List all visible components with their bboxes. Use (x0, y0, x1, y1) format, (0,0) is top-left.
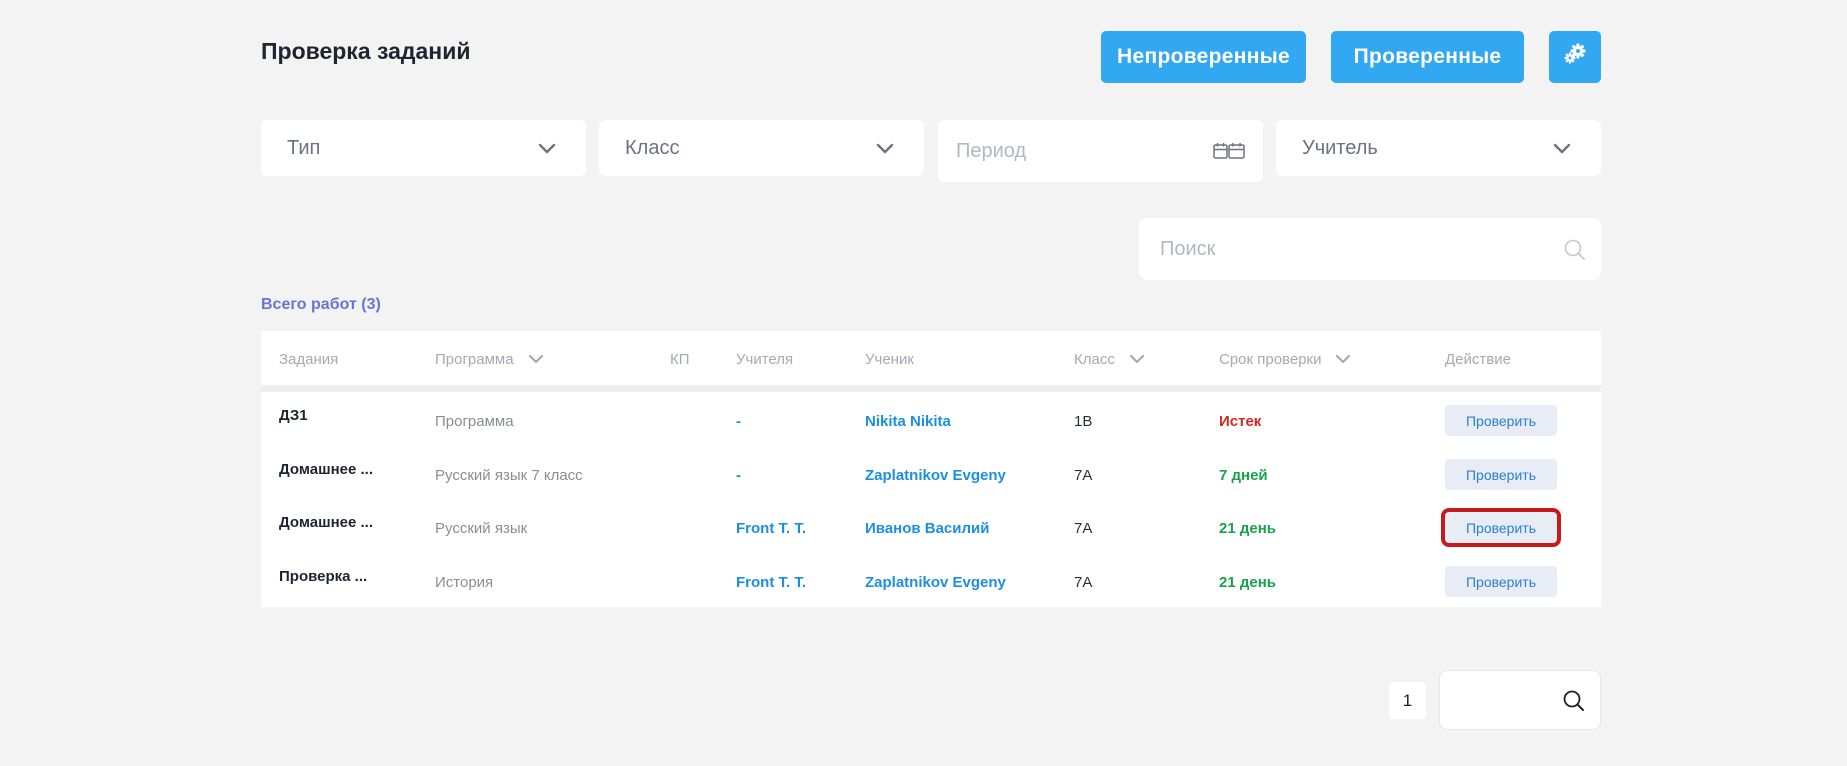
column-header-kp: КП (670, 351, 690, 368)
settings-button[interactable] (1549, 31, 1601, 83)
tasks-table: Задания Программа КП Учителя Ученик Клас… (261, 331, 1601, 607)
column-header-class[interactable]: Класс (1074, 351, 1145, 368)
table-header: Задания Программа КП Учителя Ученик Клас… (261, 331, 1601, 392)
task-cell: Домашнее ... (279, 514, 373, 531)
total-label: Всего работ (261, 296, 357, 313)
chevron-down-icon (1553, 138, 1571, 161)
student-link[interactable]: Nikita Nikita (865, 413, 951, 430)
chevron-down-icon (538, 138, 556, 161)
column-header-teachers: Учителя (736, 351, 794, 368)
check-button[interactable]: Проверить (1445, 405, 1557, 436)
search-box (1139, 218, 1601, 280)
deadline-cell: 7 дней (1219, 467, 1268, 484)
program-cell: История (435, 574, 494, 591)
program-cell: Русский язык 7 класс (435, 467, 583, 484)
chevron-down-icon (1335, 351, 1351, 368)
teacher-link[interactable]: Front T. T. (736, 574, 806, 591)
teacher-select-label: Учитель (1302, 136, 1378, 159)
column-header-class-label: Класс (1074, 351, 1115, 368)
teacher-link[interactable]: - (736, 467, 741, 484)
class-cell: 7А (1074, 520, 1093, 537)
calendar-icon (1213, 142, 1245, 166)
search-icon (1562, 689, 1586, 718)
class-select[interactable]: Класс (599, 120, 924, 176)
type-select[interactable]: Тип (261, 120, 586, 176)
class-cell: 7А (1074, 467, 1093, 484)
column-header-task: Задания (279, 351, 339, 368)
teacher-link[interactable]: Front T. T. (736, 520, 806, 537)
class-cell: 1В (1074, 413, 1093, 430)
period-picker[interactable]: Период (938, 120, 1263, 182)
unchecked-tab-button[interactable]: Непроверенные (1101, 31, 1306, 83)
student-link[interactable]: Zaplatnikov Evgeny (865, 574, 1006, 591)
teacher-link[interactable]: - (736, 413, 741, 430)
total-count: (3) (361, 296, 381, 313)
table-row: ДЗ1 Программа - Nikita Nikita 1В Истек П… (261, 401, 1601, 455)
table-row: Домашнее ... Русский язык 7 класс - Zapl… (261, 455, 1601, 509)
type-select-label: Тип (287, 136, 321, 159)
page-number[interactable]: 1 (1389, 682, 1426, 719)
program-cell: Программа (435, 413, 514, 430)
table-row: Проверка ... История Front T. T. Zaplatn… (261, 562, 1601, 616)
program-cell: Русский язык (435, 520, 528, 537)
search-icon[interactable] (1563, 238, 1587, 267)
student-link[interactable]: Иванов Василий (865, 520, 989, 537)
checked-tab-button[interactable]: Проверенные (1331, 31, 1524, 83)
column-header-student: Ученик (865, 351, 914, 368)
page-title: Проверка заданий (261, 38, 471, 64)
column-header-deadline-label: Срок проверки (1219, 351, 1322, 368)
period-picker-label: Период (956, 139, 1027, 162)
gears-icon (1563, 43, 1587, 71)
check-button[interactable]: Проверить (1445, 459, 1557, 490)
header-divider (261, 385, 1601, 392)
task-cell: Домашнее ... (279, 461, 373, 478)
deadline-cell: 21 день (1219, 520, 1276, 537)
student-link[interactable]: Zaplatnikov Evgeny (865, 467, 1006, 484)
check-button[interactable]: Проверить (1445, 566, 1557, 597)
chevron-down-icon (876, 138, 894, 161)
class-cell: 7А (1074, 574, 1093, 591)
class-select-label: Класс (625, 136, 680, 159)
teacher-select[interactable]: Учитель (1276, 120, 1601, 176)
deadline-cell: Истек (1219, 413, 1262, 430)
table-row: Домашнее ... Русский язык Front T. T. Ив… (261, 508, 1601, 562)
task-cell: ДЗ1 (279, 407, 308, 424)
search-input[interactable] (1158, 236, 1542, 262)
chevron-down-icon (1129, 351, 1145, 368)
column-header-deadline[interactable]: Срок проверки (1219, 351, 1351, 368)
task-cell: Проверка ... (279, 568, 368, 585)
column-header-program-label: Программа (435, 351, 514, 368)
chevron-down-icon (528, 351, 544, 368)
check-button[interactable]: Проверить (1441, 508, 1561, 547)
total-works-count: Всего работ (3) (261, 296, 381, 314)
deadline-cell: 21 день (1219, 574, 1276, 591)
page-search-button[interactable] (1439, 670, 1601, 730)
column-header-program[interactable]: Программа (435, 351, 544, 368)
column-header-action: Действие (1445, 351, 1511, 368)
